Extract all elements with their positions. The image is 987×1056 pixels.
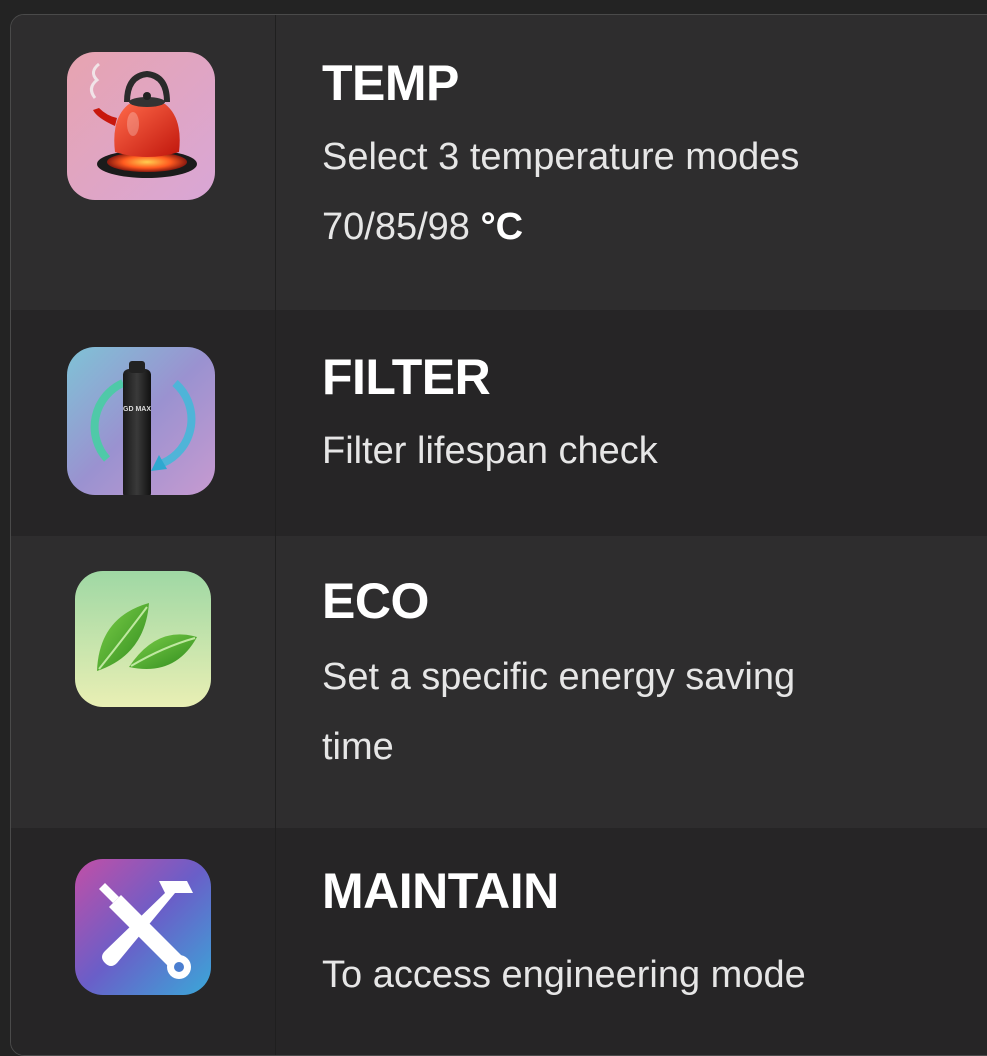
description-line: 70/85/98 °C — [322, 192, 987, 262]
temperature-values: 70/85/98 — [322, 206, 470, 248]
kettle-icon — [67, 52, 215, 200]
feature-row-filter: GD MAX FILTER Filter lifespan check — [11, 310, 987, 536]
feature-row-maintain: MAINTAIN To access engineering mode — [11, 828, 987, 1055]
feature-description: Filter lifespan check — [322, 430, 658, 472]
feature-icon-cell — [11, 15, 276, 310]
description-line: Set a specific energy saving — [322, 656, 796, 698]
description-line: Select 3 temperature modes — [322, 136, 800, 178]
feature-icon-cell: GD MAX — [11, 310, 276, 536]
feature-description: To access engineering mode — [322, 954, 806, 996]
feature-text-cell: TEMP Select 3 temperature modes 70/85/98… — [276, 15, 987, 310]
feature-title: ECO — [322, 573, 429, 629]
temperature-unit: °C — [480, 206, 524, 248]
filter-cartridge-icon: GD MAX — [67, 347, 215, 495]
feature-row-eco: ECO Set a specific energy saving time — [11, 536, 987, 828]
feature-row-temp: TEMP Select 3 temperature modes 70/85/98… — [11, 15, 987, 310]
filter-brand-text: GD MAX — [123, 406, 151, 413]
feature-title: TEMP — [322, 55, 459, 111]
feature-text-cell: FILTER Filter lifespan check — [276, 310, 987, 536]
feature-text-cell: ECO Set a specific energy saving time — [276, 536, 987, 828]
feature-text-cell: MAINTAIN To access engineering mode — [276, 828, 987, 1055]
feature-title: FILTER — [322, 349, 491, 405]
leaf-icon — [75, 571, 211, 707]
feature-icon-cell — [11, 828, 276, 1055]
feature-description: Select 3 temperature modes 70/85/98 °C — [322, 122, 987, 262]
tools-icon — [75, 859, 211, 995]
description-line: time — [322, 726, 394, 768]
feature-description: Set a specific energy saving time — [322, 642, 987, 782]
feature-icon-cell — [11, 536, 276, 828]
feature-title: MAINTAIN — [322, 863, 559, 919]
feature-list: TEMP Select 3 temperature modes 70/85/98… — [10, 14, 987, 1056]
